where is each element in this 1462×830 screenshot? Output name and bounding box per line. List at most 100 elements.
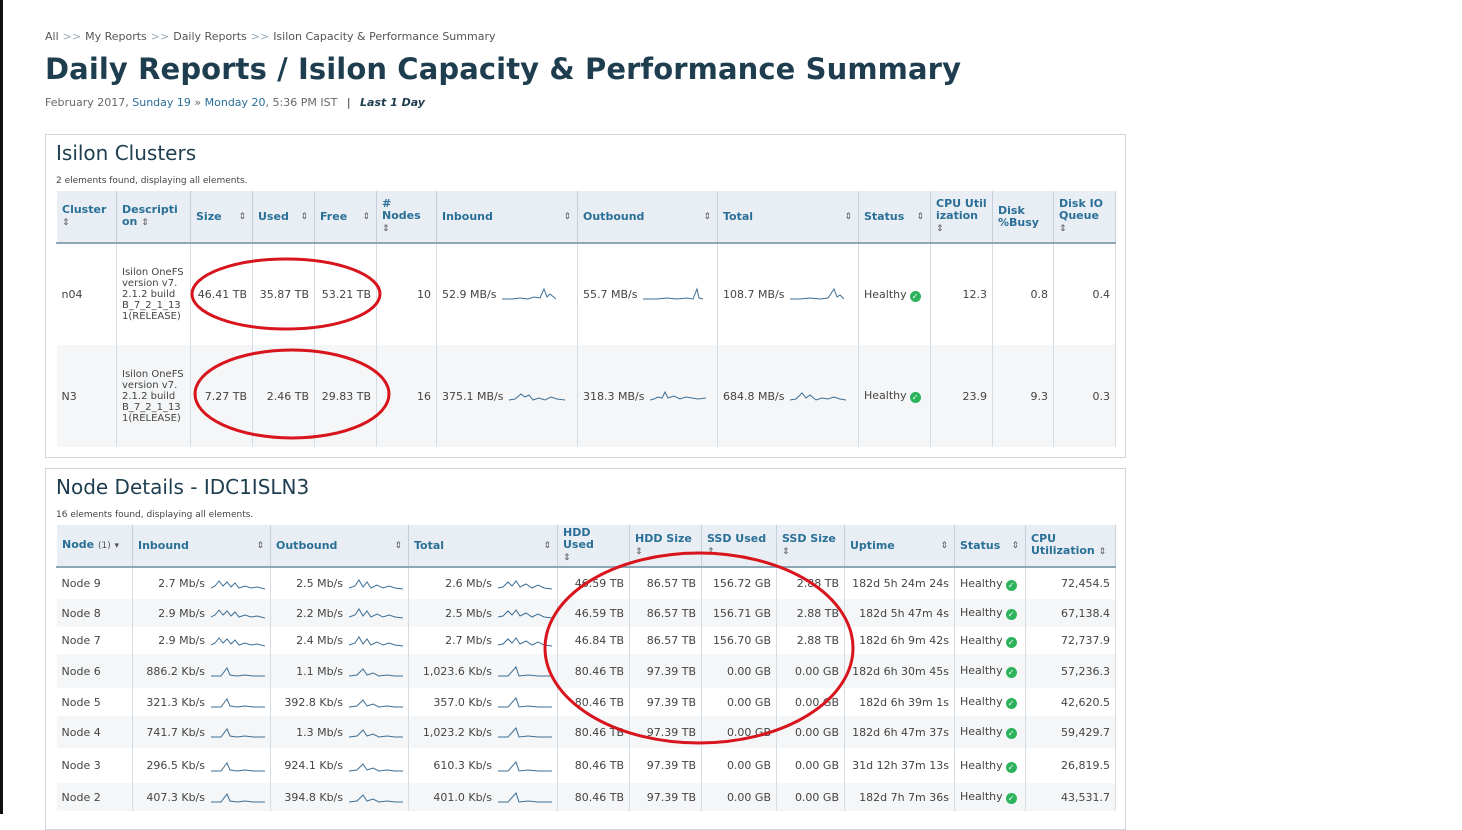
col-total[interactable]: Total ⇕ [408, 525, 558, 568]
table-row[interactable]: Node 7 2.9 Mb/s 2.4 Mb/s 2.7 Mb/s 46.84 TB 86… [56, 627, 1116, 654]
cell-total: 610.3 Kb/s [408, 748, 558, 783]
table-row[interactable]: Node 5 321.3 Kb/s 392.8 Kb/s 357.0 Kb/s 80.4… [56, 688, 1116, 716]
col-inbound[interactable]: Inbound ⇕ [436, 191, 578, 244]
cell-total: 2.7 Mb/s [408, 627, 558, 654]
col-hdd-used[interactable]: HDD Used ⇕ [557, 525, 630, 568]
sort-icon: ⇕ [382, 224, 390, 234]
col-status[interactable]: Status ⇕ [858, 191, 931, 244]
col-disk-busy[interactable]: Disk %Busy [992, 191, 1054, 244]
cell-uptime: 182d 6h 9m 42s [844, 627, 955, 654]
table-row[interactable]: Node 3 296.5 Kb/s 924.1 Kb/s 610.3 Kb/s 80.4… [56, 748, 1116, 783]
cell-node[interactable]: Node 5 [56, 688, 133, 716]
breadcrumb-my-reports[interactable]: My Reports [85, 30, 147, 43]
col-uptime[interactable]: Uptime ⇕ [844, 525, 955, 568]
sort-icon: ⇕ [635, 547, 643, 557]
cell-disk-queue: 0.3 [1053, 345, 1116, 447]
cell-node[interactable]: Node 3 [56, 748, 133, 783]
sparkline-icon [349, 578, 403, 589]
cell-hdd-used: 80.46 TB [557, 748, 630, 783]
cell-size: 7.27 TB [190, 345, 253, 447]
col-node[interactable]: Node (1) ▾ [56, 525, 133, 568]
sort-icon: ⇕ [238, 211, 246, 222]
cell-node[interactable]: Node 4 [56, 716, 133, 748]
cell-hdd-size: 86.57 TB [629, 567, 702, 599]
sparkline-icon [498, 579, 552, 589]
date-end-link[interactable]: Monday 20 [205, 96, 266, 109]
breadcrumb-daily-reports[interactable]: Daily Reports [173, 30, 247, 43]
sparkline-icon [349, 729, 403, 738]
table-row[interactable]: Node 6 886.2 Kb/s 1.1 Mb/s 1,023.6 Kb/s 80.4… [56, 654, 1116, 688]
cell-cpu: 67,138.4 [1025, 599, 1116, 627]
sort-icon: ⇕ [782, 547, 790, 557]
cell-status: Healthy ✓ [954, 688, 1026, 716]
node-details-table: Node (1) ▾ Inbound ⇕ Outbound ⇕ Total ⇕ HDD… [56, 525, 1116, 811]
table-row[interactable]: Node 9 2.7 Mb/s 2.5 Mb/s 2.6 Mb/s 46.59 TB 86… [56, 567, 1116, 599]
sparkline-icon [349, 794, 403, 803]
table-row[interactable]: Node 8 2.9 Mb/s 2.2 Mb/s 2.5 Mb/s 46.59 TB 86… [56, 599, 1116, 627]
col-disk-io-queue[interactable]: Disk IO Queue ⇕ [1053, 191, 1116, 244]
page-title: Daily Reports / Isilon Capacity & Perfor… [45, 52, 962, 86]
col-ssd-size[interactable]: SSD Size ⇕ [776, 525, 845, 568]
cell-node[interactable]: Node 9 [56, 567, 133, 599]
date-start-link[interactable]: Sunday 19 [132, 96, 191, 109]
sort-icon: ⇕ [62, 218, 70, 228]
breadcrumb-all[interactable]: All [45, 30, 59, 43]
cell-node[interactable]: Node 8 [56, 599, 133, 627]
sort-icon: ⇕ [1011, 540, 1019, 551]
col-outbound[interactable]: Outbound ⇕ [270, 525, 409, 568]
breadcrumb-current-report[interactable]: Isilon Capacity & Performance Summary [273, 30, 495, 43]
sort-icon: ⇕ [1059, 224, 1067, 234]
check-circle-icon: ✓ [1005, 698, 1017, 709]
cell-size: 46.41 TB [190, 243, 253, 345]
table-row[interactable]: N3 Isilon OneFS version v7.2.1.2 build B… [56, 345, 1116, 447]
node-details-count-text: 16 elements found, displaying all elemen… [56, 510, 254, 520]
sparkline-icon [211, 579, 265, 589]
date-separator: | [346, 96, 351, 109]
cell-status: Healthy ✓ [954, 783, 1026, 811]
col-total[interactable]: Total ⇕ [717, 191, 859, 244]
cell-ssd-size: 0.00 GB [776, 716, 845, 748]
cell-cluster[interactable]: n04 [56, 243, 117, 345]
sort-icon: ⇕ [703, 211, 711, 222]
sort-order-badge: (1) [97, 541, 111, 551]
breadcrumb-separator: >> [150, 30, 170, 43]
sparkline-icon [349, 699, 403, 708]
col-inbound[interactable]: Inbound ⇕ [132, 525, 271, 568]
col-outbound[interactable]: Outbound ⇕ [577, 191, 718, 244]
cell-outbound: 318.3 MB/s [577, 345, 718, 447]
table-row[interactable]: Node 4 741.7 Kb/s 1.3 Mb/s 1,023.2 Kb/s 80.4… [56, 716, 1116, 748]
col-cpu-utilization[interactable]: CPU Utilization ⇕ [1025, 525, 1116, 568]
cell-hdd-size: 86.57 TB [629, 627, 702, 654]
cell-cpu: 43,531.7 [1025, 783, 1116, 811]
cell-uptime: 182d 6h 47m 37s [844, 716, 955, 748]
sparkline-icon [349, 635, 403, 646]
cell-outbound: 2.5 Mb/s [270, 567, 409, 599]
table-row[interactable]: Node 2 407.3 Kb/s 394.8 Kb/s 401.0 Kb/s 80.4… [56, 783, 1116, 811]
cell-disk-busy: 9.3 [992, 345, 1054, 447]
cell-hdd-size: 97.39 TB [629, 783, 702, 811]
col-cpu-utilization[interactable]: CPU Utilization ⇕ [930, 191, 993, 244]
cell-cluster[interactable]: N3 [56, 345, 117, 447]
cell-ssd-size: 0.00 GB [776, 654, 845, 688]
cell-node[interactable]: Node 2 [56, 783, 133, 811]
table-row[interactable]: n04 Isilon OneFS version v7.2.1.2 build … [56, 243, 1116, 345]
col-description[interactable]: Description ⇕ [116, 191, 191, 244]
cell-node[interactable]: Node 6 [56, 654, 133, 688]
cell-uptime: 182d 6h 39m 1s [844, 688, 955, 716]
col-nodes[interactable]: # Nodes ⇕ [376, 191, 437, 244]
col-status[interactable]: Status ⇕ [954, 525, 1026, 568]
cell-node[interactable]: Node 7 [56, 627, 133, 654]
sparkline-icon [211, 793, 265, 803]
date-range-selector[interactable]: Last 1 Day [360, 96, 425, 109]
sparkline-icon [509, 393, 566, 401]
col-size[interactable]: Size ⇕ [190, 191, 253, 244]
col-used[interactable]: Used ⇕ [252, 191, 315, 244]
col-ssd-used[interactable]: SSD Used ⇕ [701, 525, 777, 568]
clusters-header-row: Cluster ⇕ Description ⇕ Size ⇕ Used ⇕ Free ⇕… [56, 191, 1116, 244]
col-free[interactable]: Free ⇕ [314, 191, 377, 244]
col-cluster[interactable]: Cluster ⇕ [56, 191, 117, 244]
sparkline-icon [498, 609, 552, 619]
sort-icon: ⇕ [141, 218, 149, 228]
check-circle-icon: ✓ [1005, 609, 1017, 620]
col-hdd-size[interactable]: HDD Size ⇕ [629, 525, 702, 568]
